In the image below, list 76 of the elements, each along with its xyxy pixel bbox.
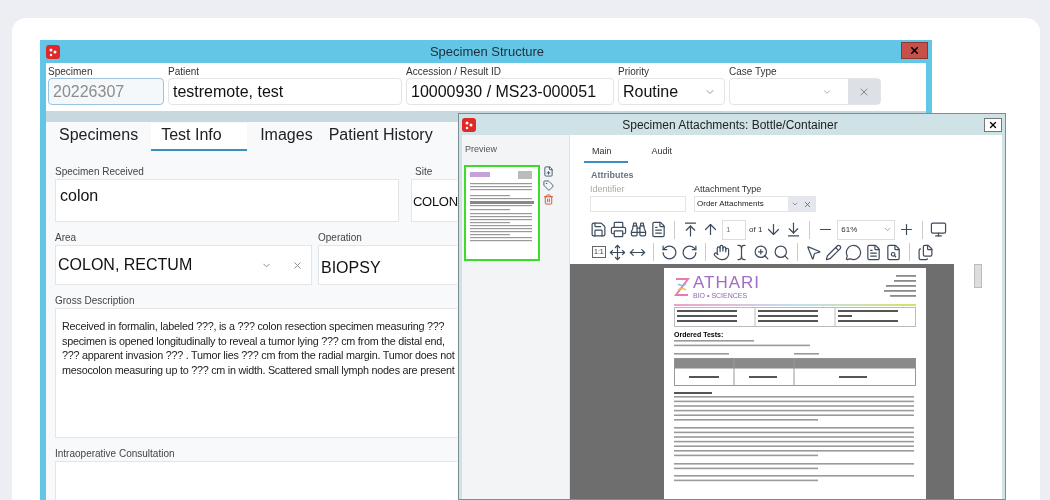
file-plus-icon[interactable] [543, 165, 554, 177]
text-line: mesocolon measuring up to ??? cm in width. Scattered small lymph nodes are present [62, 363, 455, 376]
field-value: Order Attachments [696, 198, 765, 210]
search-icon[interactable] [772, 243, 790, 261]
section-title: Attributes [591, 169, 634, 182]
rotate-left-icon[interactable] [660, 243, 678, 261]
field-label: Intraoperative Consultation [55, 447, 175, 461]
field-label: Site [415, 165, 433, 179]
tag-icon[interactable] [543, 179, 554, 191]
trash-icon[interactable] [543, 193, 554, 205]
monitor-icon[interactable] [930, 221, 948, 238]
chevron-down-icon[interactable] [791, 200, 799, 208]
field-label: Priority [618, 65, 650, 78]
close-button[interactable] [984, 117, 1002, 132]
text-field[interactable]: 10000930 / MS23-000051 [406, 78, 614, 105]
tab[interactable]: Patient History [325, 123, 436, 151]
window-title: Specimen Attachments: Bottle/Container [622, 116, 838, 134]
field-value: COLON, RECTUM [58, 255, 194, 275]
text-field[interactable]: testremote, test [168, 78, 402, 105]
text-line: ??? apparent invasion ??? . Tumor lies ??? cm from the radial margin. Tumor does not [62, 349, 455, 361]
dropdown-field[interactable]: COLON, RECTUM [55, 245, 312, 285]
text-field[interactable]: BIOPSY [318, 245, 457, 285]
printer-icon[interactable] [610, 221, 627, 238]
text-line: specimen is opened longitudinally to reveal a tumor lying ??? cm from the distal end, [62, 334, 445, 347]
clear-icon[interactable] [292, 259, 303, 271]
text-line: Received in formalin, labeled ???, is a ??? colon resection specimen measuring ??? [62, 320, 445, 332]
rotate-right-icon[interactable] [680, 243, 698, 261]
binoculars-icon[interactable] [630, 221, 647, 238]
text-area[interactable] [55, 308, 457, 438]
scroll-thumb[interactable] [974, 264, 982, 288]
pane-label: Preview [464, 143, 498, 156]
field-label: Area [55, 231, 77, 245]
fit-page-icon[interactable] [608, 243, 626, 261]
logo-wordmark: ATHARI [693, 274, 761, 291]
file-search-icon[interactable] [884, 243, 902, 261]
text-field[interactable] [590, 196, 686, 212]
dropdown-field[interactable]: Routine [618, 78, 725, 105]
tab[interactable]: Audit [643, 145, 681, 163]
tab[interactable]: Test Info [151, 123, 248, 151]
document-icon[interactable] [864, 243, 882, 261]
pages-icon[interactable] [916, 243, 934, 261]
app-logo-icon [46, 44, 60, 59]
page-number-field[interactable]: 1 [722, 219, 746, 240]
dropdown-field[interactable]: Order Attachments [694, 196, 816, 212]
tab[interactable]: Specimens [56, 123, 142, 151]
app-logo-icon [462, 117, 476, 132]
save-icon[interactable] [590, 221, 607, 238]
zoom-dropdown[interactable]: 61% [837, 219, 896, 240]
field-label: Patient [168, 65, 200, 78]
text-field[interactable]: colon [55, 179, 399, 222]
zoom-icon[interactable] [752, 243, 770, 261]
page-total: of 1 [749, 223, 763, 236]
field-label: Specimen [48, 65, 93, 78]
field-label: Accession / Result ID [406, 65, 502, 78]
field-label: Gross Description [55, 294, 135, 308]
pencil-icon[interactable] [824, 243, 842, 261]
close-icon [988, 119, 998, 130]
clear-icon[interactable] [803, 199, 812, 209]
field-label: Case Type [729, 65, 777, 78]
document-thumbnail[interactable] [464, 164, 540, 261]
document-icon[interactable] [650, 221, 667, 238]
logo-icon [674, 276, 690, 298]
field-label: Specimen Received [55, 165, 144, 179]
text-field[interactable]: COLON [411, 179, 457, 222]
field-label: Identifier [590, 182, 625, 196]
field-value: Routine [622, 81, 680, 102]
field-label: Operation [318, 231, 362, 245]
field-label: Attachment Type [694, 182, 762, 196]
hand-icon[interactable] [712, 243, 730, 261]
window-title: Specimen Structure [429, 42, 545, 61]
pointer-icon[interactable] [804, 243, 822, 261]
tab[interactable]: Main [584, 145, 628, 163]
tab[interactable]: Images [257, 123, 316, 151]
comment-icon[interactable] [844, 243, 862, 261]
close-icon [909, 45, 920, 56]
first-page-icon[interactable] [682, 221, 699, 238]
